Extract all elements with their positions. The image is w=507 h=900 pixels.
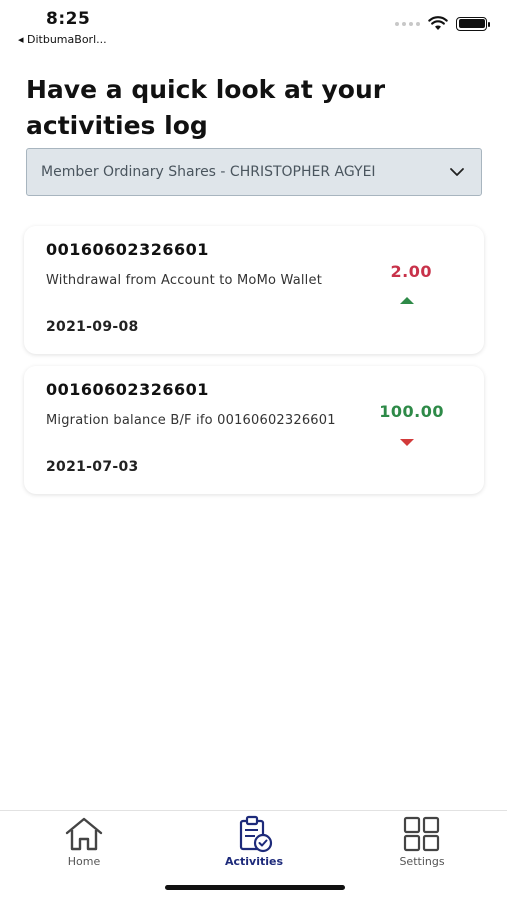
tab-home-label: Home bbox=[67, 855, 101, 868]
activity-description: Migration balance B/F ifo 00160602326601 bbox=[46, 413, 336, 428]
wifi-icon bbox=[428, 16, 448, 30]
activity-account-number: 00160602326601 bbox=[46, 380, 209, 399]
tab-home[interactable]: Home bbox=[24, 815, 144, 868]
home-icon bbox=[65, 817, 103, 851]
account-select-value: Member Ordinary Shares - CHRISTOPHER AGY… bbox=[41, 164, 376, 180]
tab-activities-label: Activities bbox=[224, 855, 284, 868]
activity-card[interactable]: 00160602326601 Migration balance B/F ifo… bbox=[24, 366, 484, 494]
tab-activities[interactable]: Activities bbox=[194, 815, 314, 868]
status-icons bbox=[395, 16, 490, 31]
activity-card[interactable]: 00160602326601 Withdrawal from Account t… bbox=[24, 226, 484, 354]
activity-amount: 2.00 bbox=[390, 262, 432, 281]
triangle-down-icon bbox=[400, 439, 414, 446]
status-bar: 8:25 ◂ DitbumaBorl... bbox=[0, 0, 507, 50]
status-time: 8:25 bbox=[46, 9, 91, 29]
home-indicator[interactable] bbox=[165, 885, 345, 890]
activity-description: Withdrawal from Account to MoMo Wallet bbox=[46, 273, 322, 288]
activity-date: 2021-09-08 bbox=[46, 319, 139, 335]
activity-amount: 100.00 bbox=[379, 402, 444, 421]
activity-date: 2021-07-03 bbox=[46, 459, 139, 475]
back-to-app-link[interactable]: ◂ DitbumaBorl... bbox=[18, 33, 107, 46]
cellular-signal-icon bbox=[395, 21, 420, 26]
page-title: Have a quick look at your activities log bbox=[26, 75, 386, 140]
clipboard-check-icon bbox=[239, 815, 273, 853]
chevron-down-icon bbox=[447, 162, 467, 182]
triangle-up-icon bbox=[400, 297, 414, 304]
grid-icon bbox=[403, 816, 440, 852]
tab-settings-label: Settings bbox=[399, 855, 445, 868]
activity-account-number: 00160602326601 bbox=[46, 240, 209, 259]
account-select-dropdown[interactable]: Member Ordinary Shares - CHRISTOPHER AGY… bbox=[26, 148, 482, 196]
tab-settings[interactable]: Settings bbox=[362, 815, 482, 868]
battery-icon bbox=[456, 16, 490, 31]
